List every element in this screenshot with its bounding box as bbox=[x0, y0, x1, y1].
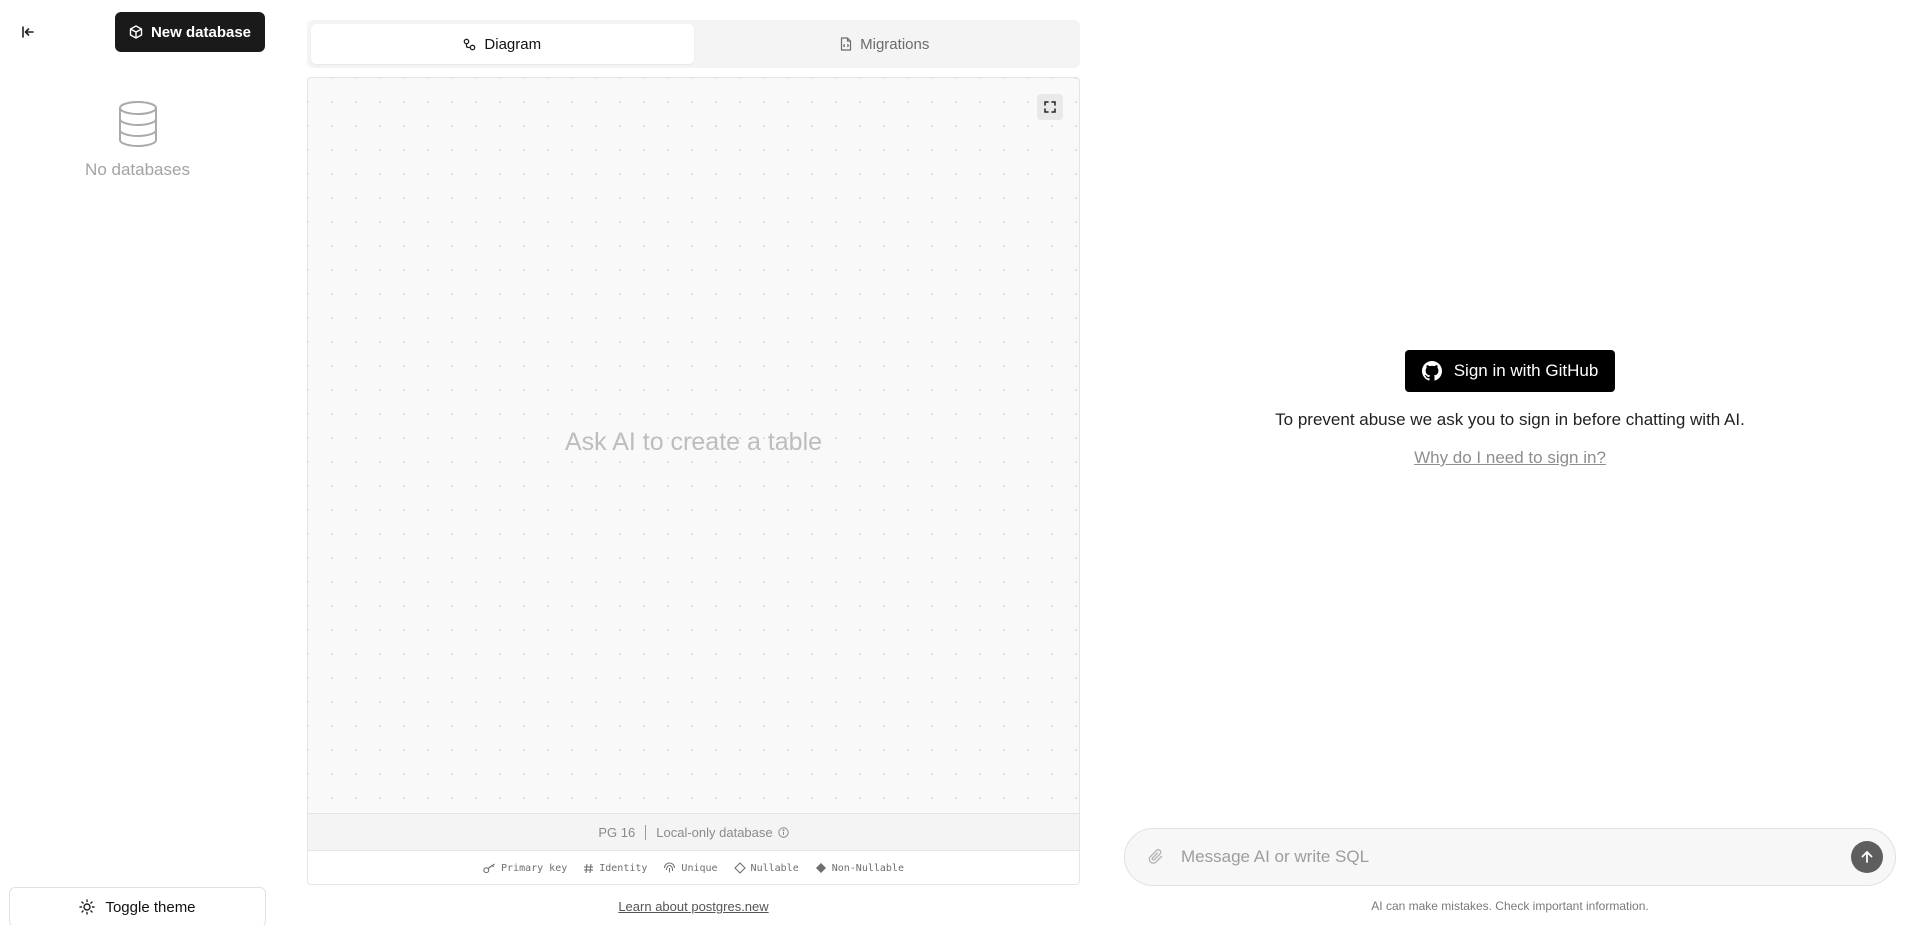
send-button[interactable] bbox=[1851, 841, 1883, 873]
github-signin-label: Sign in with GitHub bbox=[1453, 361, 1599, 380]
view-tabs: Diagram Migrations bbox=[307, 20, 1080, 68]
status-divider bbox=[645, 824, 647, 840]
file-code-icon bbox=[841, 37, 852, 51]
legend-identity-label: Identity bbox=[599, 862, 648, 874]
fullscreen-button[interactable] bbox=[1037, 94, 1063, 120]
legend-non-nullable: Non-Nullable bbox=[815, 862, 904, 874]
why-signin-link[interactable]: Why do I need to sign in? bbox=[1414, 448, 1606, 468]
fingerprint-icon bbox=[664, 862, 676, 873]
collapse-left-icon bbox=[22, 26, 34, 38]
diagram-canvas[interactable]: Ask AI to create a table PG 16 Local-onl… bbox=[307, 77, 1080, 885]
diagram-legend: Primary key Identity Unique Nullable Non… bbox=[308, 850, 1079, 884]
local-only-status[interactable]: Local-only database bbox=[656, 824, 789, 840]
arrow-up-icon bbox=[1861, 851, 1873, 863]
canvas-status-bar: PG 16 Local-only database bbox=[308, 813, 1079, 850]
diamond-filled-icon bbox=[815, 863, 826, 873]
legend-unique: Unique bbox=[663, 862, 718, 874]
postgres-version: PG 16 bbox=[598, 824, 636, 840]
diamond-outline-icon bbox=[733, 862, 746, 874]
chat-input-bar bbox=[1124, 828, 1896, 886]
sidebar: New database No databases Toggle theme bbox=[0, 0, 275, 925]
diagram-icon bbox=[464, 38, 476, 50]
canvas-empty-hint: Ask AI to create a table bbox=[564, 428, 823, 456]
collapse-sidebar-button[interactable] bbox=[16, 20, 40, 44]
sun-icon bbox=[79, 899, 96, 915]
legend-primary-key-label: Primary key bbox=[501, 862, 568, 874]
empty-state-label: No databases bbox=[85, 160, 190, 179]
info-icon bbox=[777, 826, 789, 838]
local-only-label: Local-only database bbox=[656, 824, 773, 840]
legend-nullable: Nullable bbox=[733, 862, 799, 874]
databases-empty-state: No databases bbox=[0, 100, 275, 180]
new-database-button[interactable]: New database bbox=[115, 12, 265, 52]
legend-unique-label: Unique bbox=[681, 862, 718, 874]
toggle-theme-label: Toggle theme bbox=[105, 898, 196, 916]
legend-nullable-label: Nullable bbox=[750, 862, 799, 874]
database-icon bbox=[118, 101, 157, 148]
legend-primary-key: Primary key bbox=[483, 863, 567, 874]
toggle-theme-button[interactable]: Toggle theme bbox=[9, 887, 266, 925]
signin-panel: Sign in with GitHub To prevent abuse we … bbox=[1124, 350, 1896, 468]
key-icon bbox=[483, 863, 495, 873]
attach-button[interactable] bbox=[1145, 846, 1167, 868]
signin-message: To prevent abuse we ask you to sign in b… bbox=[1275, 410, 1745, 429]
package-plus-icon bbox=[129, 25, 143, 39]
legend-non-nullable-label: Non-Nullable bbox=[831, 862, 904, 874]
legend-identity: Identity bbox=[583, 863, 647, 874]
chat-message-input[interactable] bbox=[1181, 847, 1851, 867]
fullscreen-icon bbox=[1044, 101, 1056, 113]
ai-disclaimer: AI can make mistakes. Check important in… bbox=[1371, 899, 1649, 913]
tab-diagram[interactable]: Diagram bbox=[311, 24, 694, 64]
new-database-label: New database bbox=[150, 23, 252, 41]
learn-about-link[interactable]: Learn about postgres.new bbox=[307, 899, 1080, 914]
hash-icon bbox=[584, 863, 594, 873]
paperclip-icon bbox=[1148, 849, 1163, 864]
github-signin-button[interactable]: Sign in with GitHub bbox=[1405, 350, 1615, 392]
tab-migrations[interactable]: Migrations bbox=[694, 24, 1077, 64]
github-icon bbox=[1421, 361, 1442, 381]
tab-migrations-label: Migrations bbox=[860, 35, 930, 53]
tab-diagram-label: Diagram bbox=[484, 35, 542, 53]
